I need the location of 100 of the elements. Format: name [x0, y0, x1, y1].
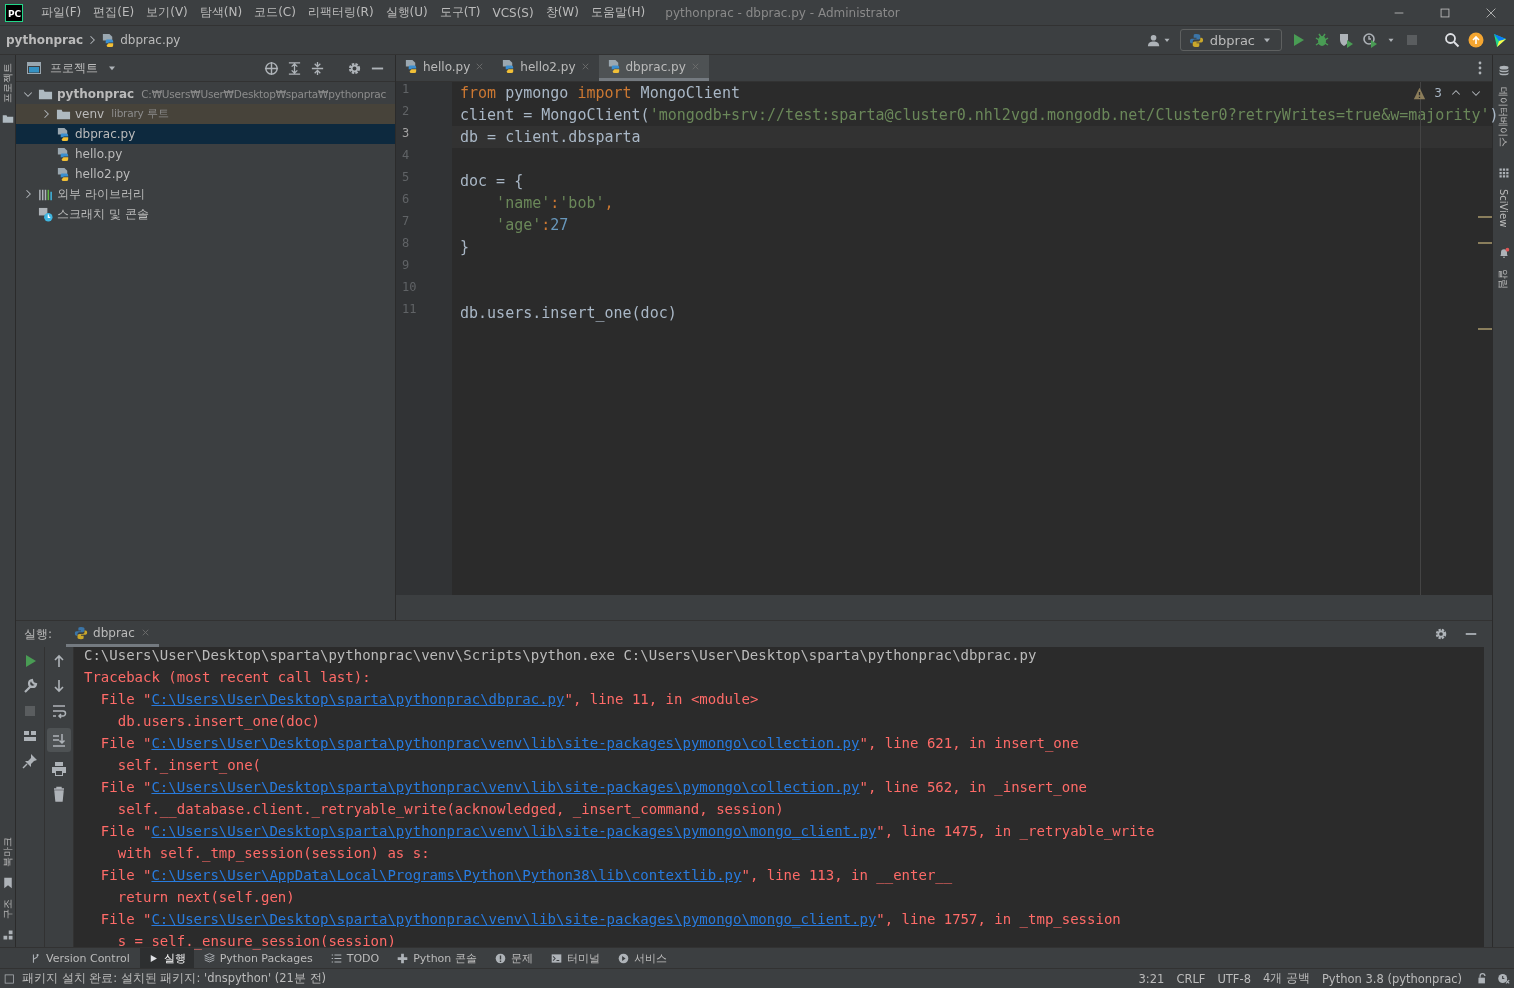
file-link[interactable]: C:\Users\User\Desktop\sparta\pythonprac\venv\lib\site-packages\pymongo\mongo_client.py — [151, 911, 877, 927]
settings-icon[interactable] — [1434, 627, 1448, 641]
python-file-icon — [56, 166, 71, 182]
file-link[interactable]: C:\Users\User\Desktop\sparta\pythonprac\venv\lib\site-packages\pymongo\collection.py — [151, 779, 860, 795]
structure-icon[interactable] — [1, 929, 14, 941]
editor-tab[interactable]: dbprac.py — [598, 55, 709, 81]
console-line: with self._tmp_session(session) as s: — [116, 845, 431, 864]
database-icon[interactable] — [1497, 65, 1510, 77]
toolbox-icon[interactable] — [1492, 32, 1508, 48]
status-item[interactable]: Python 3.8 (pythonprac) — [1315, 971, 1468, 986]
panel-title: 실행: — [24, 625, 53, 643]
breadcrumb-item[interactable]: pythonprac — [6, 33, 84, 47]
status-item[interactable]: 4개 공백 — [1256, 971, 1316, 986]
file-link[interactable]: C:\Users\User\Desktop\sparta\pythonprac\dbprac.py — [151, 691, 565, 707]
tool-window-tab[interactable]: 터미널 — [542, 947, 608, 969]
play-icon — [617, 952, 629, 964]
line-number: 3 — [401, 126, 411, 142]
tool-window-tab[interactable]: 알림 — [1496, 267, 1511, 292]
menu-item[interactable]: 탐색(N) — [193, 4, 249, 21]
code-line: doc = { — [459, 172, 524, 190]
grid-icon[interactable] — [1497, 167, 1510, 179]
coverage-icon[interactable] — [1338, 32, 1354, 48]
console-line: File "C:\Users\User\Desktop\sparta\pythonprac\venv\lib\site-packages\pymongo\mongo_client.py", line 1475, in _retryable_write — [99, 823, 1156, 842]
user-icon[interactable] — [1146, 32, 1162, 48]
tool-window-tab[interactable]: 구조 — [0, 897, 15, 921]
warning-icon — [1413, 86, 1427, 100]
tree-item[interactable]: 외부 라이브러리 — [16, 184, 395, 204]
python-file-icon — [606, 59, 622, 74]
menu-item[interactable]: 창(W) — [539, 4, 585, 21]
soft-wrap-icon[interactable] — [51, 703, 67, 719]
down-arrow-icon[interactable] — [51, 678, 67, 694]
menu-item[interactable]: 도움말(H) — [584, 4, 652, 21]
code-line: 'name':'bob', — [495, 194, 614, 212]
menu-item[interactable]: 코드(C) — [248, 4, 302, 21]
panel-title[interactable]: 프로젝트 — [50, 59, 98, 77]
code-line: 'age':27 — [495, 216, 569, 234]
settings-icon[interactable] — [347, 60, 362, 76]
tree-item[interactable]: hello2.py — [16, 164, 395, 184]
menu-item[interactable]: VCS(S) — [486, 5, 540, 20]
tree-item[interactable]: hello.py — [16, 144, 395, 164]
info-icon — [494, 952, 506, 964]
profile-icon[interactable] — [1362, 32, 1378, 48]
tool-window-tab[interactable]: 실행 — [139, 947, 194, 969]
status-item[interactable]: UTF-8 — [1211, 971, 1257, 986]
debug-icon[interactable] — [1314, 32, 1330, 48]
locate-icon[interactable] — [264, 60, 279, 76]
update-icon[interactable] — [1468, 32, 1484, 48]
expand-all-icon[interactable] — [287, 60, 302, 76]
status-item[interactable]: 3:21 — [1132, 971, 1171, 986]
file-link[interactable]: C:\Users\User\Desktop\sparta\pythonprac\venv\lib\site-packages\pymongo\mongo_client.py — [151, 823, 877, 839]
tool-window-tab[interactable]: 데이터베이스 — [1496, 85, 1511, 149]
tool-window-tab[interactable]: SciView — [1496, 187, 1511, 230]
file-link[interactable]: C:\Users\User\Desktop\sparta\pythonprac\venv\lib\site-packages\pymongo\collection.py — [151, 735, 860, 751]
warning-count[interactable]: 3 — [1434, 86, 1442, 100]
code-line: from pymongo import MongoClient — [459, 84, 740, 102]
console-line: File "C:\Users\User\Desktop\sparta\pythonprac\venv\lib\site-packages\pymongo\mongo_client.py", line 1757, in _tmp_session — [99, 911, 1122, 930]
layout-icon[interactable] — [22, 728, 38, 744]
trash-icon[interactable] — [51, 786, 67, 802]
collapse-all-icon[interactable] — [310, 60, 325, 76]
run-configuration-dropdown[interactable]: dbprac — [1179, 29, 1282, 51]
editor-tab[interactable]: hello2.py — [493, 55, 599, 81]
menu-item[interactable]: 편집(E) — [87, 4, 141, 21]
menu-item[interactable]: 파일(F) — [35, 4, 88, 21]
status-message: 패키지 설치 완료: 설치된 패키지: 'dnspython' (21분 전) — [21, 971, 328, 986]
console-line: self.__database.client._retryable_write(acknowledged, _insert_command, session) — [116, 801, 785, 820]
layers-icon — [203, 952, 215, 964]
console-line: File "C:\Users\User\AppData\Local\Programs\Python\Python38\lib\contextlib.py", line 113, in __enter__ — [99, 867, 954, 886]
editor-tab[interactable]: hello.py — [396, 55, 494, 81]
tool-window-tab[interactable]: 프로젝트 — [0, 61, 15, 105]
tool-window-tab[interactable]: 문제 — [486, 947, 541, 969]
tool-window-tab[interactable]: 북마크 — [0, 835, 15, 869]
console-line: Traceback (most recent call last): — [84, 669, 372, 687]
tool-window-tab[interactable]: 서비스 — [609, 947, 675, 969]
tree-item[interactable]: pythonprac C:₩Users₩User₩Desktop₩sparta₩pythonprac — [16, 84, 395, 104]
file-link[interactable]: C:\Users\User\AppData\Local\Programs\Python\Python38\lib\contextlib.py — [151, 867, 742, 883]
tree-item[interactable]: 스크래치 및 콘솔 — [16, 204, 395, 224]
console-line: return next(self.gen) — [116, 889, 296, 907]
menu-item[interactable]: 실행(U) — [379, 4, 434, 21]
code-line: db = client.dbsparta — [459, 128, 641, 146]
status-item[interactable]: CRLF — [1170, 971, 1212, 986]
search-icon[interactable] — [1444, 32, 1460, 48]
folder-icon[interactable] — [1, 113, 14, 125]
menu-item[interactable]: 보기(V) — [140, 4, 194, 21]
scroll-to-end-icon[interactable] — [51, 732, 67, 748]
bookmark-icon[interactable] — [1, 877, 14, 889]
console-line: C:\Users\User\Desktop\sparta\pythonprac\venv\Scripts\python.exe C:\Users\User\Desktop\sparta\pythonprac\dbprac.py — [84, 647, 1038, 665]
tree-item[interactable]: dbprac.py — [16, 124, 395, 144]
console-line: self._insert_one( — [116, 757, 262, 776]
maximize-icon[interactable] — [1438, 5, 1452, 20]
breadcrumb-item[interactable]: dbprac.py — [120, 33, 181, 47]
menu-item[interactable]: 도구(T) — [433, 4, 487, 21]
tree-item[interactable]: venv library 루트 — [16, 104, 395, 124]
menu-item[interactable]: 리팩터링(R) — [301, 4, 380, 21]
pin-icon[interactable] — [22, 753, 38, 769]
list-icon — [330, 952, 342, 964]
branch-icon — [30, 952, 41, 964]
wrench-icon[interactable] — [22, 678, 38, 694]
print-icon[interactable] — [51, 761, 67, 777]
code-line: client = MongoClient('mongodb+srv://test:sparta@cluster0.nhl2vgd.mongodb.net/Cluster0?retryWrites=true&w=majority') — [459, 106, 1499, 124]
memory-icon[interactable] — [1497, 972, 1510, 985]
